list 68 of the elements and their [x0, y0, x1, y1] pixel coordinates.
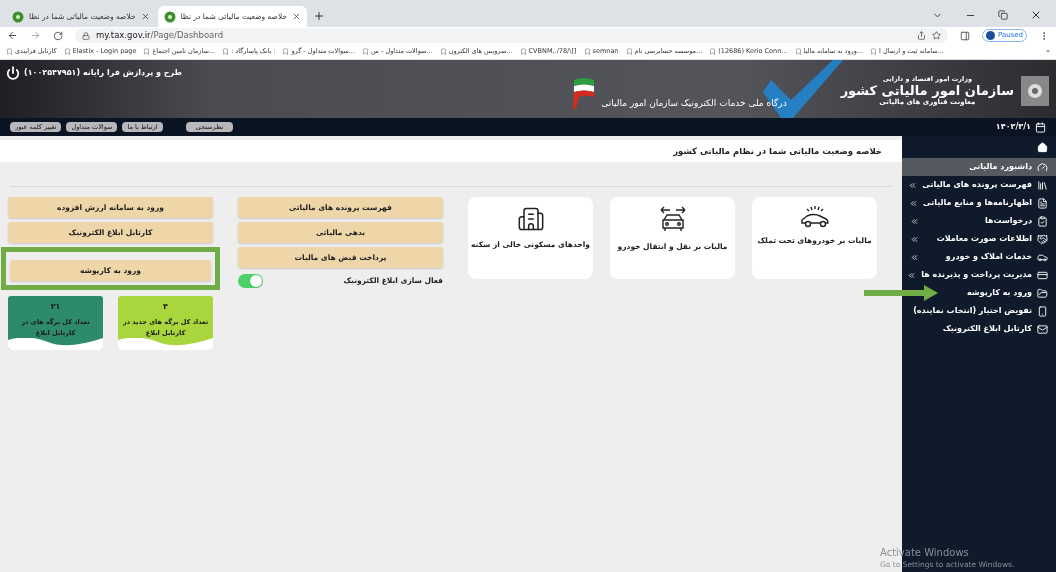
org-logo — [1020, 75, 1050, 107]
phone-icon — [1037, 305, 1048, 317]
reload-icon[interactable] — [53, 30, 63, 41]
bookmark-icon — [143, 48, 151, 55]
calendar-icon — [1035, 121, 1046, 133]
bookmark-icon — [6, 48, 13, 55]
sidebar-item[interactable]: مدیریت پرداخت و پذیرنده ها — [899, 266, 1056, 284]
org-name: سازمان امور مالیاتی کشور — [840, 84, 1014, 98]
stat-value: ۲۱ — [50, 301, 61, 314]
stat-value: ۴ — [163, 301, 168, 314]
address-field[interactable]: my.tax.gov.ir/Page/Dashboard — [75, 28, 948, 43]
sidebar-item[interactable]: تفویض اختیار (انتخاب نماینده) — [905, 302, 1056, 320]
document-icon — [1037, 197, 1048, 209]
bookmark-icon — [362, 48, 369, 55]
lock-icon[interactable] — [82, 31, 90, 40]
toggle-switch[interactable] — [238, 274, 263, 288]
folder-icon — [1037, 287, 1048, 299]
sidebar-item[interactable]: اطلاعات صورت معاملات — [902, 230, 1056, 248]
power-icon[interactable] — [6, 66, 20, 80]
sidebar-item[interactable]: درخواست‌ها — [902, 212, 1056, 230]
date-text: ۱۴۰۲/۳/۱ — [995, 121, 1031, 133]
chevron-icon — [908, 180, 918, 190]
sidebar-item[interactable]: خدمات املاک و خودرو — [902, 248, 1056, 266]
site-favicon — [163, 10, 176, 23]
bookmark-icon — [794, 48, 802, 55]
back-icon[interactable] — [7, 30, 18, 41]
gauge-icon — [1037, 161, 1048, 173]
clipboard-check-icon — [1037, 215, 1048, 227]
bookmark-icon — [63, 48, 71, 55]
side-panel-icon[interactable] — [959, 30, 970, 41]
chevron-icon — [910, 234, 919, 244]
bookmark-icon — [625, 48, 633, 55]
chevron-icon — [909, 198, 919, 208]
sidebar-item[interactable]: داشبورد مالیاتی — [902, 158, 1056, 176]
portal-title: درگاه ملی خدمات الکترونیک سازمان امور مالیاتی — [601, 96, 787, 110]
restore-icon[interactable] — [998, 10, 1008, 20]
buildings-icon — [516, 205, 545, 233]
sidebar-item[interactable]: ورود به کارپوشه — [958, 284, 1056, 302]
avatar-icon — [985, 31, 995, 40]
sidebar-item[interactable]: فهرست پرونده های مالیاتی — [900, 176, 1056, 194]
star-icon[interactable] — [931, 31, 941, 40]
bookmark-icon — [519, 48, 527, 55]
new-tab-icon[interactable] — [313, 10, 326, 22]
share-icon[interactable] — [916, 31, 926, 40]
bookmark-icon — [583, 48, 591, 55]
books-icon — [1037, 179, 1048, 191]
bookmark-icon — [439, 48, 447, 55]
user-name: طرح و پردازش فرا رایانه (۱۰۰۲۵۴۷۹۵۱) — [24, 67, 182, 79]
sidebar-item[interactable]: اظهارنامه‌ها و منابع مالیاتی — [901, 194, 1056, 212]
car-icon — [798, 205, 831, 229]
chevron-icon — [910, 252, 919, 262]
sidebar-item[interactable]: کارتابل ابلاغ الکترونیک — [934, 320, 1056, 338]
page-title: خلاصه وضعیت مالیاتی شما در نظام مالیاتی کشور — [673, 144, 882, 158]
close-icon[interactable] — [1030, 9, 1042, 21]
envelope-icon — [1037, 323, 1048, 335]
bookmark-icon — [222, 48, 230, 55]
chevron-icon — [910, 216, 919, 226]
home-icon[interactable] — [1037, 141, 1048, 153]
close-icon[interactable] — [140, 12, 150, 21]
bookmark-icon — [282, 48, 290, 55]
close-icon[interactable] — [292, 12, 302, 21]
card-icon — [1037, 269, 1048, 281]
bookmark-icon — [709, 48, 717, 55]
flag-icon — [571, 76, 596, 110]
handshake-icon — [1037, 233, 1048, 245]
bookmark-icon — [870, 48, 878, 55]
site-favicon — [12, 10, 24, 23]
chevron-icon — [907, 270, 917, 280]
